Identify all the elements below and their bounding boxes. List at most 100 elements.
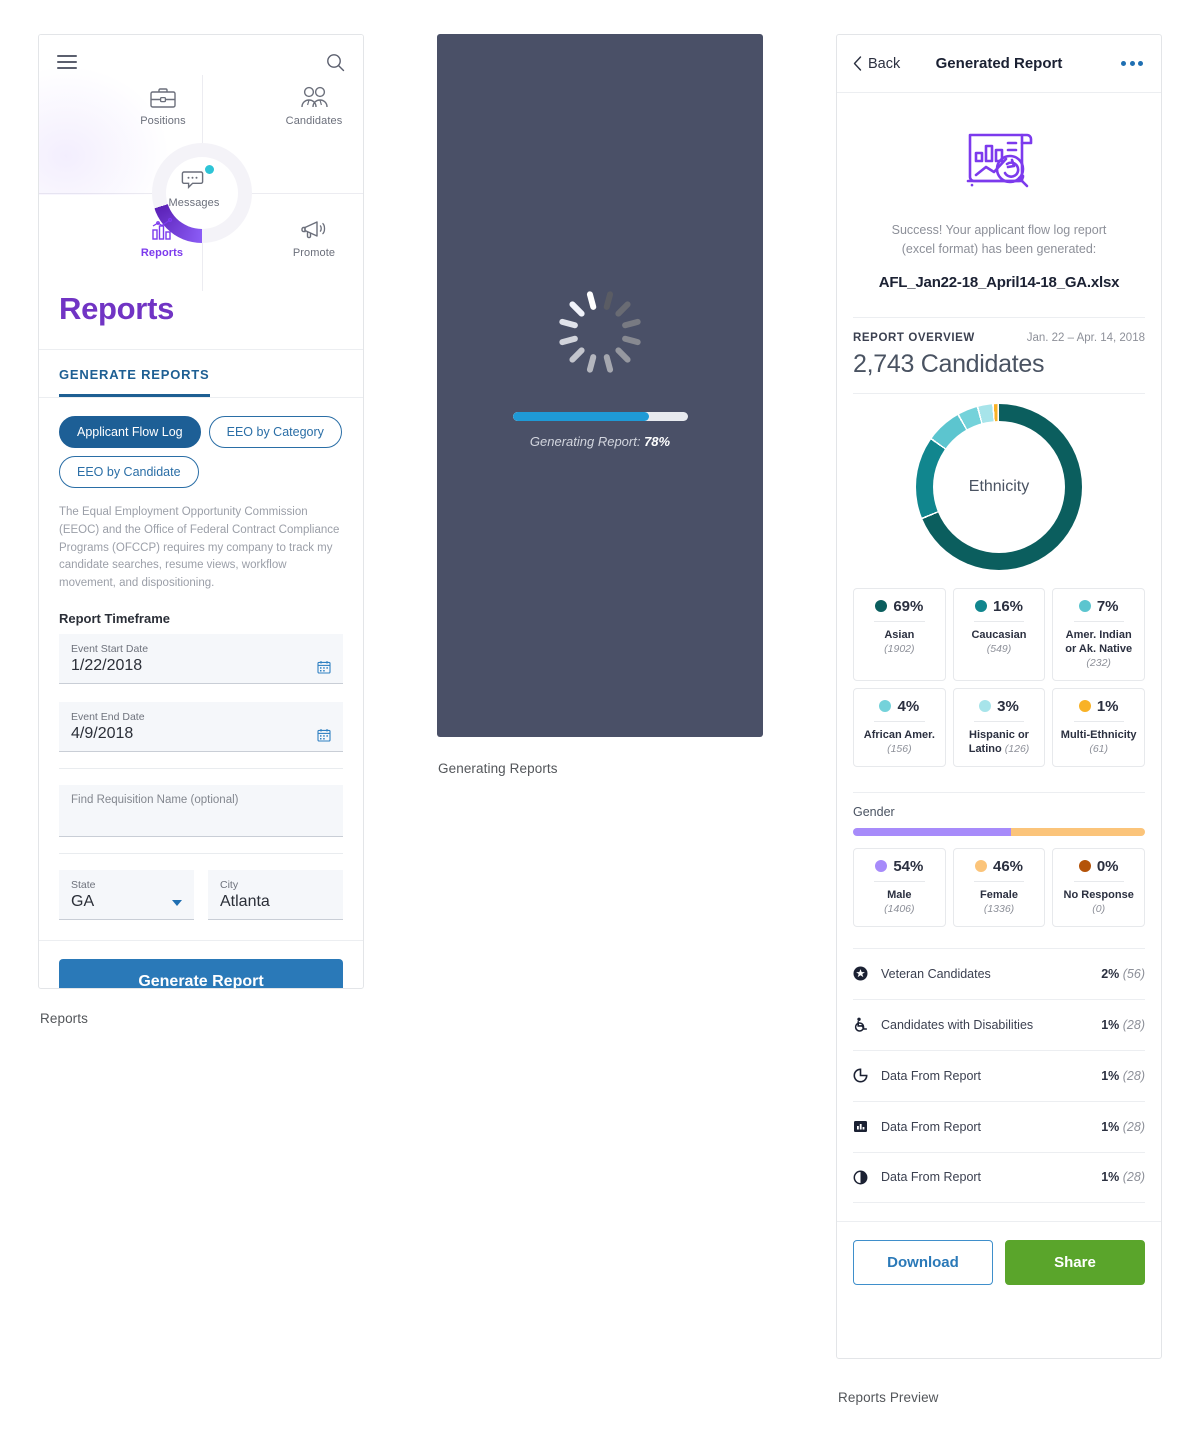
city-label: City: [220, 879, 239, 892]
generating-content: Generating Report: 78%: [437, 290, 763, 449]
legend-label: Amer. Indian or Ak. Native (232): [1065, 628, 1133, 670]
tab-bar: GENERATE REPORTS: [39, 349, 363, 398]
report-analysis-icon: [861, 127, 1137, 201]
stat-value: 1% (28): [1101, 1017, 1145, 1032]
generating-status-prefix: Generating Report:: [529, 434, 645, 449]
list-item[interactable]: Data From Report 1% (28): [853, 1049, 1145, 1101]
legend-label: Female (1336): [980, 888, 1018, 915]
generated-filename: AFL_Jan22-18_April14-18_GA.xlsx: [878, 273, 1120, 291]
legend-percent: 46%: [992, 857, 1024, 875]
state-select[interactable]: State GA: [59, 870, 194, 921]
veteran-star-icon: [853, 966, 881, 981]
legend-count: (232): [1086, 657, 1111, 670]
stat-label: Candidates with Disabilities: [881, 1017, 1034, 1032]
city-field[interactable]: City Atlanta: [208, 870, 343, 921]
candidate-count: 2,743 Candidates: [853, 349, 1045, 378]
success-message-line2: (excel format) has been generated:: [901, 241, 1097, 256]
color-swatch: [974, 600, 987, 612]
requisition-name-placeholder: Find Requisition Name (optional): [71, 794, 239, 807]
legend-count: (1336): [983, 902, 1015, 915]
nav-item-candidates[interactable]: Candidates: [266, 81, 362, 127]
legend-count: (126): [1004, 743, 1030, 756]
legend-percent: 7%: [1096, 597, 1119, 615]
messages-badge-dot: [205, 165, 214, 174]
stat-label: Data From Report: [881, 1170, 982, 1185]
back-label: Back: [868, 55, 901, 72]
legend-count: (549): [986, 642, 1012, 655]
stat-value: 1% (28): [1101, 1068, 1145, 1083]
success-hero: Success! Your applicant flow log report …: [837, 93, 1161, 291]
chat-bubble-icon: [146, 163, 242, 193]
state-label: State: [71, 879, 96, 892]
list-item[interactable]: Veteran Candidates 2% (56): [853, 947, 1145, 999]
legend-label: African Amer. (156): [863, 728, 935, 756]
half-pie-icon: [853, 1170, 881, 1185]
nav-label-promote: Promote: [292, 247, 336, 259]
bar-chart-square-icon: [853, 1119, 881, 1134]
share-button[interactable]: Share: [1005, 1239, 1145, 1285]
progress-bar-fill: [512, 412, 649, 421]
legend-label: Multi-Ethnicity (61): [1060, 728, 1137, 756]
legend-card-multi-ethnicity: 1% Multi-Ethnicity (61): [1052, 687, 1146, 767]
list-item[interactable]: Candidates with Disabilities 1% (28): [853, 998, 1145, 1050]
nav-item-reports[interactable]: Reports: [114, 213, 210, 259]
megaphone-icon: [266, 213, 362, 243]
form-footer: Generate Report: [39, 940, 363, 988]
gender-bar-female: [1010, 827, 1145, 836]
donut-center-label: Ethnicity: [933, 420, 1065, 553]
chevron-down-icon[interactable]: [172, 900, 182, 907]
briefcase-icon: [115, 81, 211, 111]
event-end-date-field[interactable]: Event End Date 4/9/2018: [59, 702, 343, 753]
pie-segment-icon: [853, 1068, 881, 1083]
legend-count: (1406): [884, 902, 915, 915]
ethnicity-legend-row-2: 4% African Amer. (156) 3% Hispanic or Lat…: [837, 687, 1161, 767]
gender-legend-row: 54% Male (1406) 46% Female (1336) 0% No Re…: [837, 847, 1161, 927]
list-item[interactable]: Data From Report 1% (28): [853, 1151, 1145, 1203]
chip-eeo-by-category[interactable]: EEO by Category: [208, 416, 342, 448]
nav-label-positions: Positions: [140, 115, 186, 127]
color-swatch: [1078, 860, 1091, 873]
legend-card-african-amer: 4% African Amer. (156): [853, 687, 946, 767]
additional-stats-list: Veteran Candidates 2% (56) Candidates wi…: [837, 934, 1161, 1203]
legend-card-caucasian: 16% Caucasian (549): [952, 587, 1046, 681]
legend-label: Caucasian (549): [971, 628, 1027, 655]
event-start-date-field[interactable]: Event Start Date 1/22/2018: [59, 634, 343, 685]
stat-label: Veteran Candidates: [881, 966, 991, 981]
tab-generate-reports[interactable]: GENERATE REPORTS: [59, 367, 210, 397]
generate-report-button[interactable]: Generate Report: [59, 959, 343, 988]
nav-label-messages: Messages: [168, 197, 220, 209]
nav-item-promote[interactable]: Promote: [266, 213, 362, 259]
download-button[interactable]: Download: [853, 1239, 993, 1285]
legend-percent: 54%: [893, 857, 924, 875]
form-divider: [59, 768, 343, 770]
caption-reports: Reports: [40, 1011, 88, 1026]
nav-item-positions[interactable]: Positions: [115, 81, 211, 127]
form-divider: [59, 853, 343, 855]
chip-applicant-flow-log[interactable]: Applicant Flow Log: [59, 416, 201, 448]
legend-percent: 4%: [897, 697, 920, 715]
search-icon[interactable]: [326, 53, 345, 72]
calendar-icon[interactable]: [317, 660, 331, 674]
generating-status-text: Generating Report: 78%: [437, 434, 763, 449]
event-start-date-label: Event Start Date: [71, 643, 149, 656]
back-button[interactable]: Back: [853, 56, 900, 72]
requisition-name-field[interactable]: Find Requisition Name (optional): [59, 785, 343, 838]
chip-eeo-by-candidate[interactable]: EEO by Candidate: [59, 456, 199, 488]
nav-item-messages[interactable]: Messages: [146, 163, 242, 209]
list-item[interactable]: Data From Report 1% (28): [853, 1100, 1145, 1152]
caption-generating: Generating Reports: [438, 761, 558, 776]
legend-card-no-response: 0% No Response (0): [1052, 847, 1146, 927]
color-swatch: [979, 700, 992, 713]
page-title: Reports: [59, 291, 175, 326]
bar-chart-icon: [114, 213, 210, 243]
ethnicity-donut-chart: Ethnicity: [837, 403, 1161, 582]
color-swatch: [875, 600, 888, 612]
more-horizontal-icon[interactable]: [1121, 61, 1143, 66]
preview-header: Back Generated Report: [837, 35, 1161, 93]
legend-percent: 16%: [992, 597, 1024, 615]
report-preview-screen: Back Generated Report Success! Your appl…: [836, 34, 1162, 1359]
legend-card-hispanic-latino: 3% Hispanic or Latino (126): [952, 687, 1046, 767]
calendar-icon[interactable]: [317, 728, 331, 742]
legend-percent: 0%: [1096, 857, 1119, 875]
caption-preview: Reports Preview: [838, 1390, 939, 1405]
